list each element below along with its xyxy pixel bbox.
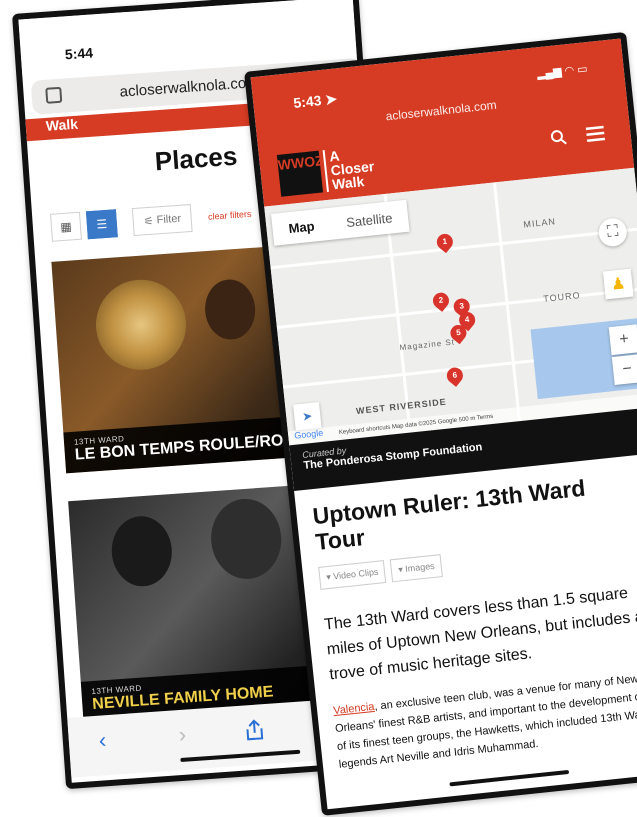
media-filters: ▾ Video Clips ▾ Images bbox=[318, 554, 443, 590]
tour-body-paragraph: Valencia, an exclusive teen club, was a … bbox=[332, 667, 637, 774]
map-label: Magazine St bbox=[399, 337, 456, 353]
reader-icon[interactable] bbox=[45, 86, 63, 104]
trombone-photo-detail bbox=[92, 276, 190, 373]
view-toolbar: ▦ ☰ ⚟ Filter clear filters bbox=[50, 200, 252, 242]
tour-map[interactable]: Map Satellite MILAN TOURO WEST RIVERSIDE… bbox=[264, 167, 637, 446]
recenter-icon[interactable]: ⛶ bbox=[597, 216, 629, 248]
zoom-in-button[interactable]: + bbox=[608, 324, 637, 356]
filter-icon: ⚟ bbox=[143, 214, 158, 228]
valencia-link[interactable]: Valencia bbox=[333, 701, 375, 717]
hamburger-menu-icon[interactable] bbox=[585, 125, 606, 143]
google-logo: Google bbox=[293, 427, 324, 441]
street-view-pegman-icon[interactable]: ♟ bbox=[602, 268, 634, 300]
home-indicator bbox=[180, 749, 301, 763]
url-text: acloserwalknola.co bbox=[119, 74, 247, 101]
a-closer-walk-logo[interactable]: A Closer Walk bbox=[322, 145, 377, 193]
map-label: MILAN bbox=[522, 216, 557, 230]
status-time: 5:43 ➤ bbox=[292, 90, 338, 111]
tour-intro: The 13th Ward covers less than 1.5 squar… bbox=[323, 584, 637, 684]
video-clips-dropdown[interactable]: ▾ Video Clips bbox=[318, 560, 387, 590]
site-logo-partial: Walk bbox=[45, 115, 79, 134]
search-icon[interactable] bbox=[550, 129, 568, 147]
home-indicator bbox=[449, 769, 570, 787]
clear-filters-link[interactable]: clear filters bbox=[208, 209, 252, 222]
wwoz-logo[interactable]: WWOZ bbox=[276, 150, 324, 197]
list-view-icon[interactable]: ☰ bbox=[85, 209, 118, 240]
brand-line: Walk bbox=[331, 173, 366, 193]
person-photo-detail bbox=[208, 496, 284, 582]
map-toggle-map[interactable]: Map bbox=[271, 208, 332, 246]
back-arrow-icon[interactable]: ‹ bbox=[98, 727, 107, 753]
person-photo-detail bbox=[109, 514, 175, 589]
status-time: 5:44 bbox=[64, 44, 94, 63]
musician-photo-detail bbox=[203, 277, 258, 342]
images-dropdown[interactable]: ▾ Images bbox=[390, 554, 443, 583]
filter-button[interactable]: ⚟ Filter bbox=[131, 203, 194, 237]
location-arrow-icon[interactable]: ➤ bbox=[293, 401, 322, 431]
body-text: , an exclusive teen club, was a venue fo… bbox=[334, 673, 637, 771]
filter-label: Filter bbox=[156, 212, 182, 227]
forward-arrow-icon[interactable]: › bbox=[178, 722, 187, 748]
map-view-icon[interactable]: ▦ bbox=[50, 211, 82, 242]
share-icon[interactable] bbox=[244, 718, 265, 741]
map-toggle-satellite[interactable]: Satellite bbox=[329, 200, 410, 240]
zoom-out-button[interactable]: − bbox=[611, 354, 637, 385]
map-label: WEST RIVERSIDE bbox=[355, 396, 448, 417]
status-icons: ▂▄▆ ◠ ▭ bbox=[536, 63, 589, 81]
map-label: TOURO bbox=[542, 290, 582, 304]
